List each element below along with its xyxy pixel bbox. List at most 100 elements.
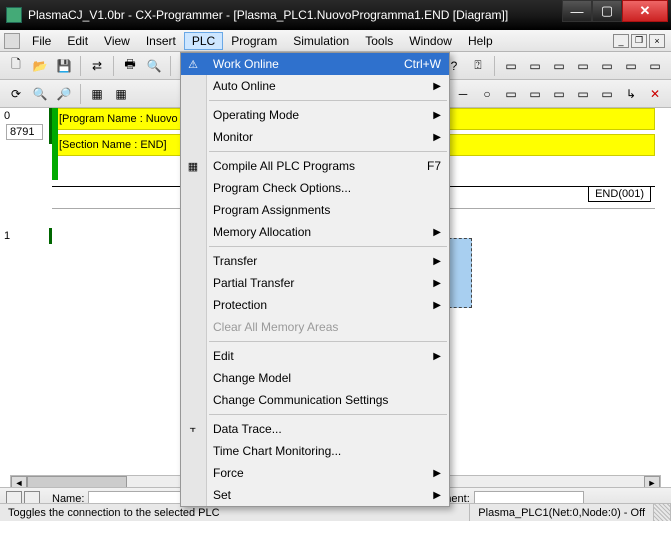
menu-item[interactable]: Force▶: [181, 462, 449, 484]
menu-help[interactable]: Help: [460, 32, 501, 50]
menu-item-label: Program Check Options...: [213, 181, 351, 195]
menu-item[interactable]: ⫟Data Trace...: [181, 418, 449, 440]
menu-item[interactable]: ▦ Compile All PLC Programs F7: [181, 155, 449, 177]
window-buttons: — ▢ ✕: [562, 0, 668, 22]
menu-item[interactable]: Partial Transfer ▶: [181, 272, 449, 294]
print-preview-button[interactable]: 🔍: [143, 55, 165, 77]
menu-item: Clear All Memory Areas: [181, 316, 449, 338]
minimize-button[interactable]: —: [562, 0, 592, 22]
menu-item[interactable]: Set▶: [181, 484, 449, 506]
menu-item[interactable]: Protection ▶: [181, 294, 449, 316]
new-button[interactable]: 🗋: [5, 55, 27, 77]
ladder-d-button[interactable]: ▭: [572, 83, 594, 105]
ladder-c-button[interactable]: ▭: [548, 83, 570, 105]
rung-number: 0 8791: [0, 108, 52, 144]
mdi-minimize-button[interactable]: _: [613, 34, 629, 48]
coil-button[interactable]: ○: [476, 83, 498, 105]
menu-window[interactable]: Window: [401, 32, 460, 50]
print-button[interactable]: 🖶: [119, 55, 141, 77]
rung-column: 0 8791 1: [0, 108, 52, 478]
menu-plc[interactable]: PLC: [184, 32, 223, 50]
menu-separator: [209, 414, 447, 415]
delete-button[interactable]: ✕: [644, 83, 666, 105]
menu-item-label: Protection: [213, 298, 267, 312]
trace-button[interactable]: ▭: [548, 55, 570, 77]
zoom-in-button[interactable]: 🔍: [29, 83, 51, 105]
submenu-arrow-icon: ▶: [433, 110, 441, 121]
compare-button[interactable]: ⇄: [86, 55, 108, 77]
end-instruction: END(001): [588, 186, 651, 202]
mdi-restore-button[interactable]: ❐: [631, 34, 647, 48]
context-help-button[interactable]: ⍰: [467, 55, 489, 77]
menu-item[interactable]: Edit▶: [181, 345, 449, 367]
close-button[interactable]: ✕: [622, 0, 668, 22]
cross-button[interactable]: ▭: [620, 55, 642, 77]
menu-bar: File Edit View Insert PLC Program Simula…: [0, 30, 671, 52]
menu-item[interactable]: Program Assignments: [181, 199, 449, 221]
plc-menu-dropdown: ⚠Work OnlineCtrl+WAuto Online▶ Operating …: [180, 52, 450, 507]
menu-item[interactable]: Monitor ▶: [181, 126, 449, 148]
submenu-arrow-icon: ▶: [433, 351, 441, 362]
menu-item-icon: ⚠: [185, 56, 201, 72]
menu-insert[interactable]: Insert: [138, 32, 184, 50]
resize-grip[interactable]: [654, 504, 671, 521]
menu-item-label: Partial Transfer: [213, 276, 294, 290]
mem-button[interactable]: ▭: [596, 55, 618, 77]
menu-edit[interactable]: Edit: [59, 32, 96, 50]
grid-button[interactable]: ▦: [86, 83, 108, 105]
menu-item[interactable]: Memory Allocation ▶: [181, 221, 449, 243]
menu-item-label: Change Communication Settings: [213, 393, 388, 407]
submenu-arrow-icon: ▶: [433, 132, 441, 143]
ladder-b-button[interactable]: ▭: [524, 83, 546, 105]
menu-item-label: Clear All Memory Areas: [213, 320, 338, 334]
ladder-a-button[interactable]: ▭: [500, 83, 522, 105]
toolbar-separator: [80, 56, 81, 76]
menu-item[interactable]: Change Model: [181, 367, 449, 389]
zoom-out-button[interactable]: 🔎: [53, 83, 75, 105]
menu-item-label: Compile All PLC Programs: [213, 159, 355, 173]
system-menu-icon[interactable]: [4, 33, 20, 49]
addr-button[interactable]: ▭: [644, 55, 666, 77]
menu-file[interactable]: File: [24, 32, 59, 50]
menu-item-label: Time Chart Monitoring...: [213, 444, 341, 458]
menu-item-shortcut: F7: [427, 159, 441, 173]
menu-item[interactable]: Program Check Options...: [181, 177, 449, 199]
menu-item-shortcut: Ctrl+W: [404, 57, 441, 71]
app-icon: [6, 7, 22, 23]
chart-button[interactable]: ▭: [572, 55, 594, 77]
mdi-close-button[interactable]: ×: [649, 34, 665, 48]
submenu-arrow-icon: ▶: [433, 227, 441, 238]
menu-item[interactable]: Time Chart Monitoring...: [181, 440, 449, 462]
submenu-arrow-icon: ▶: [433, 490, 441, 501]
submenu-arrow-icon: ▶: [433, 81, 441, 92]
menu-item-label: Memory Allocation: [213, 225, 311, 239]
mdi-buttons: _ ❐ ×: [613, 34, 667, 48]
watch-button[interactable]: ▭: [524, 55, 546, 77]
submenu-arrow-icon: ▶: [433, 278, 441, 289]
menu-item-icon: ▦: [185, 158, 201, 174]
menu-item[interactable]: Change Communication Settings: [181, 389, 449, 411]
toolbar-separator: [170, 56, 171, 76]
submenu-arrow-icon: ▶: [433, 300, 441, 311]
monitor-button[interactable]: ▭: [500, 55, 522, 77]
ladder-e-button[interactable]: ▭: [596, 83, 618, 105]
contact-button[interactable]: ─: [452, 83, 474, 105]
menu-item-label: Monitor: [213, 130, 253, 144]
open-button[interactable]: 📂: [29, 55, 51, 77]
menu-item[interactable]: Operating Mode▶: [181, 104, 449, 126]
grid2-button[interactable]: ▦: [110, 83, 132, 105]
rung-active-bar: [52, 108, 58, 180]
menu-item[interactable]: Auto Online▶: [181, 75, 449, 97]
zoom-actual-button[interactable]: ⟳: [5, 83, 27, 105]
menu-separator: [209, 100, 447, 101]
save-button[interactable]: 💾: [53, 55, 75, 77]
menu-simulation[interactable]: Simulation: [285, 32, 357, 50]
ladder-f-button[interactable]: ↳: [620, 83, 642, 105]
menu-tools[interactable]: Tools: [357, 32, 401, 50]
menu-view[interactable]: View: [96, 32, 138, 50]
menu-program[interactable]: Program: [223, 32, 285, 50]
status-connection: Plasma_PLC1(Net:0,Node:0) - Off: [470, 504, 654, 521]
maximize-button[interactable]: ▢: [592, 0, 622, 22]
menu-item[interactable]: Transfer▶: [181, 250, 449, 272]
menu-item[interactable]: ⚠Work OnlineCtrl+W: [181, 53, 449, 75]
